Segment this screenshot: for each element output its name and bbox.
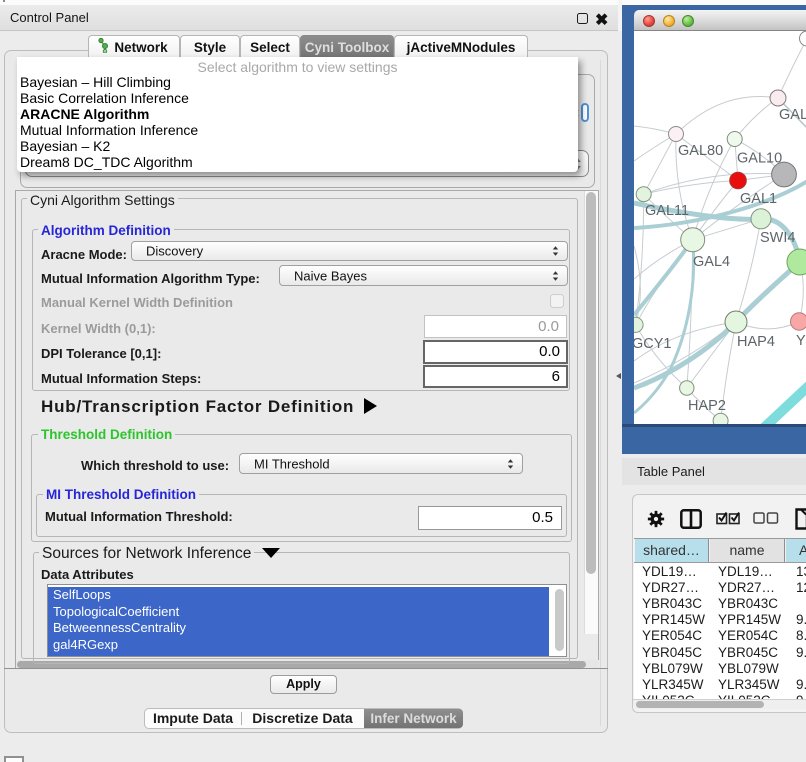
svg-text:GAL11: GAL11 [645, 203, 689, 219]
svg-text:GCY1: GCY1 [634, 336, 672, 352]
svg-text:HAP4: HAP4 [737, 334, 775, 350]
svg-text:GAL10: GAL10 [737, 151, 782, 167]
svg-text:HAP2: HAP2 [688, 398, 726, 414]
svg-text:GAL4: GAL4 [693, 254, 730, 270]
svg-text:Y: Y [796, 333, 806, 349]
svg-text:SWI4: SWI4 [760, 230, 795, 246]
svg-text:GAL: GAL [779, 107, 806, 123]
svg-text:GAL1: GAL1 [740, 191, 777, 207]
svg-text:GAL80: GAL80 [678, 143, 723, 159]
